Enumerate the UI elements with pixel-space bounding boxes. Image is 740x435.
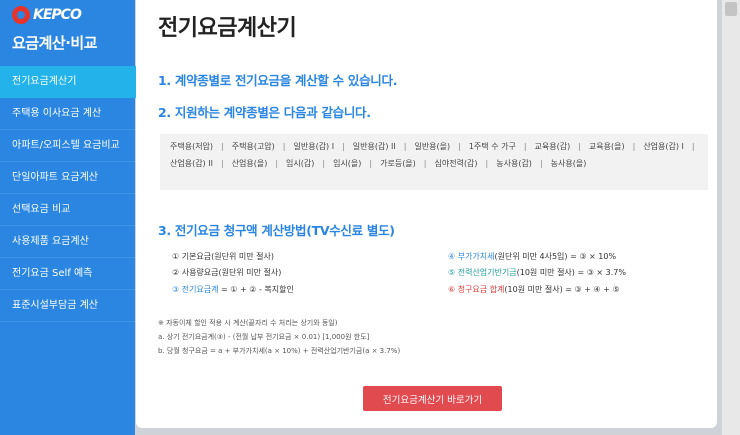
contract-type: 심야전력(갑) [434, 159, 478, 168]
calc-bill-total-formula: (10원 미만 절사) = ③ + ④ + ⑤ [504, 285, 620, 294]
sidebar-item-optional-rate[interactable]: 선택요금 비교 [0, 194, 135, 226]
calc-fund: ⑤ 전력산업기반기금(10원 미만 절사) = ③ × 3.7% [448, 267, 626, 278]
calc-total-fee-label: ③ 전기요금계 [172, 285, 219, 294]
contract-type: 임시(갑) [286, 159, 315, 168]
contract-type: 산업용(을) [231, 159, 268, 168]
section-2-heading: 2. 지원하는 계약종별은 다음과 같습니다. [158, 105, 371, 120]
sidebar-item-appliance-calc[interactable]: 사용제품 요금계산 [0, 226, 135, 258]
contract-type: 일반용(갑) II [352, 142, 396, 151]
contract-type: 주택용(저압) [170, 142, 214, 151]
page-title: 전기요금계산기 [158, 16, 297, 41]
contract-type: 교육용(갑) [534, 142, 571, 151]
contract-type: 산업용(갑) II [170, 159, 213, 168]
sidebar-item-facility-charge[interactable]: 표준시설부담금 계산 [0, 290, 135, 322]
sidebar-item-calculator[interactable]: 전기요금계산기 [0, 66, 152, 98]
kepco-logo-icon [12, 6, 30, 24]
contract-types-box: 주택용(저압) | 주택용(고압) | 일반용(갑) I | 일반용(갑) II | 일… [160, 134, 708, 190]
contract-type: 주택용(고압) [231, 142, 275, 151]
main-content: 전기요금계산기 1. 계약종별로 전기요금을 계산할 수 있습니다. 2. 지원… [136, 0, 717, 428]
sidebar-title: 요금계산·비교 [12, 34, 98, 52]
calculator-shortcut-button[interactable]: 전기요금계산기 바로가기 [363, 386, 502, 411]
sidebar-item-single-apartment[interactable]: 단일아파트 요금계산 [0, 162, 135, 194]
contract-type: 일반용(을) [414, 142, 451, 151]
scrollbar-thumb[interactable] [725, 2, 737, 16]
calc-usage-fee: ② 사용량요금(원단위 미만 절사) [172, 268, 282, 277]
calc-total-fee: ③ 전기요금계 = ① + ② - 복지할인 [172, 284, 294, 295]
kepco-logo[interactable]: KEPCO [12, 6, 112, 24]
calc-vat-label: ④ 부가가치세 [448, 252, 495, 261]
contract-type: 농사용(갑) [496, 159, 532, 168]
contract-types-list: 주택용(저압) | 주택용(고압) | 일반용(갑) I | 일반용(갑) II | 일… [170, 138, 704, 172]
section-1-heading: 1. 계약종별로 전기요금을 계산할 수 있습니다. [158, 73, 398, 88]
contract-type: 1주택 수 가구 [468, 142, 516, 151]
calc-bill-total-label: ⑥ 청구요금 합계 [448, 285, 505, 294]
contract-type: 가로등(을) [380, 159, 416, 168]
calc-basic-fee: ① 기본요금(원단위 미만 절사) [172, 252, 275, 261]
sidebar: KEPCO 요금계산·비교 전기요금계산기 주택용 이사요금 계산 아파트/오피… [0, 0, 152, 435]
contract-type: 농사용(을) [550, 159, 587, 168]
contract-type: 일반용(갑) I [293, 142, 335, 151]
sidebar-item-self-forecast[interactable]: 전기요금 Self 예측 [0, 258, 135, 290]
contract-type: 산업용(갑) I [643, 142, 684, 151]
contract-type: 교육용(을) [588, 142, 625, 151]
note-a: a. 상기 전기요금계(③) - (전월 납부 전기요금 × 0.01) [1,… [158, 333, 370, 341]
sidebar-menu: 전기요금계산기 주택용 이사요금 계산 아파트/오피스텔 요금비교 단일아파트 … [0, 66, 152, 322]
sidebar-item-apartment-compare[interactable]: 아파트/오피스텔 요금비교 [0, 130, 135, 162]
logo-text: KEPCO [33, 7, 82, 23]
section-3-heading: 3. 전기요금 청구액 계산방법(TV수신료 별도) [158, 223, 395, 238]
calc-bill-total: ⑥ 청구요금 합계(10원 미만 절사) = ③ + ④ + ⑤ [448, 284, 620, 295]
calc-vat: ④ 부가가치세(원단위 미만 4사5입) = ③ × 10% [448, 251, 616, 262]
sidebar-item-moving-fee[interactable]: 주택용 이사요금 계산 [0, 98, 135, 130]
calc-fund-formula: (10원 미만 절사) = ③ × 3.7% [516, 268, 626, 277]
note-b: b. 당월 청구요금 = a + 부가가치세(a × 10%) + 전력산업기반… [158, 347, 401, 355]
scrollbar[interactable] [722, 0, 740, 435]
calc-vat-formula: (원단위 미만 4사5입) = ③ × 10% [494, 252, 617, 261]
calc-total-fee-formula: = ① + ② - 복지할인 [218, 285, 294, 294]
calc-fund-label: ⑤ 전력산업기반기금 [448, 268, 517, 277]
note-autopay: ※ 자동이체 할인 적용 시 계산(끝자리 수 처리는 상기와 동일) [158, 319, 338, 327]
contract-type: 임시(을) [333, 159, 362, 168]
